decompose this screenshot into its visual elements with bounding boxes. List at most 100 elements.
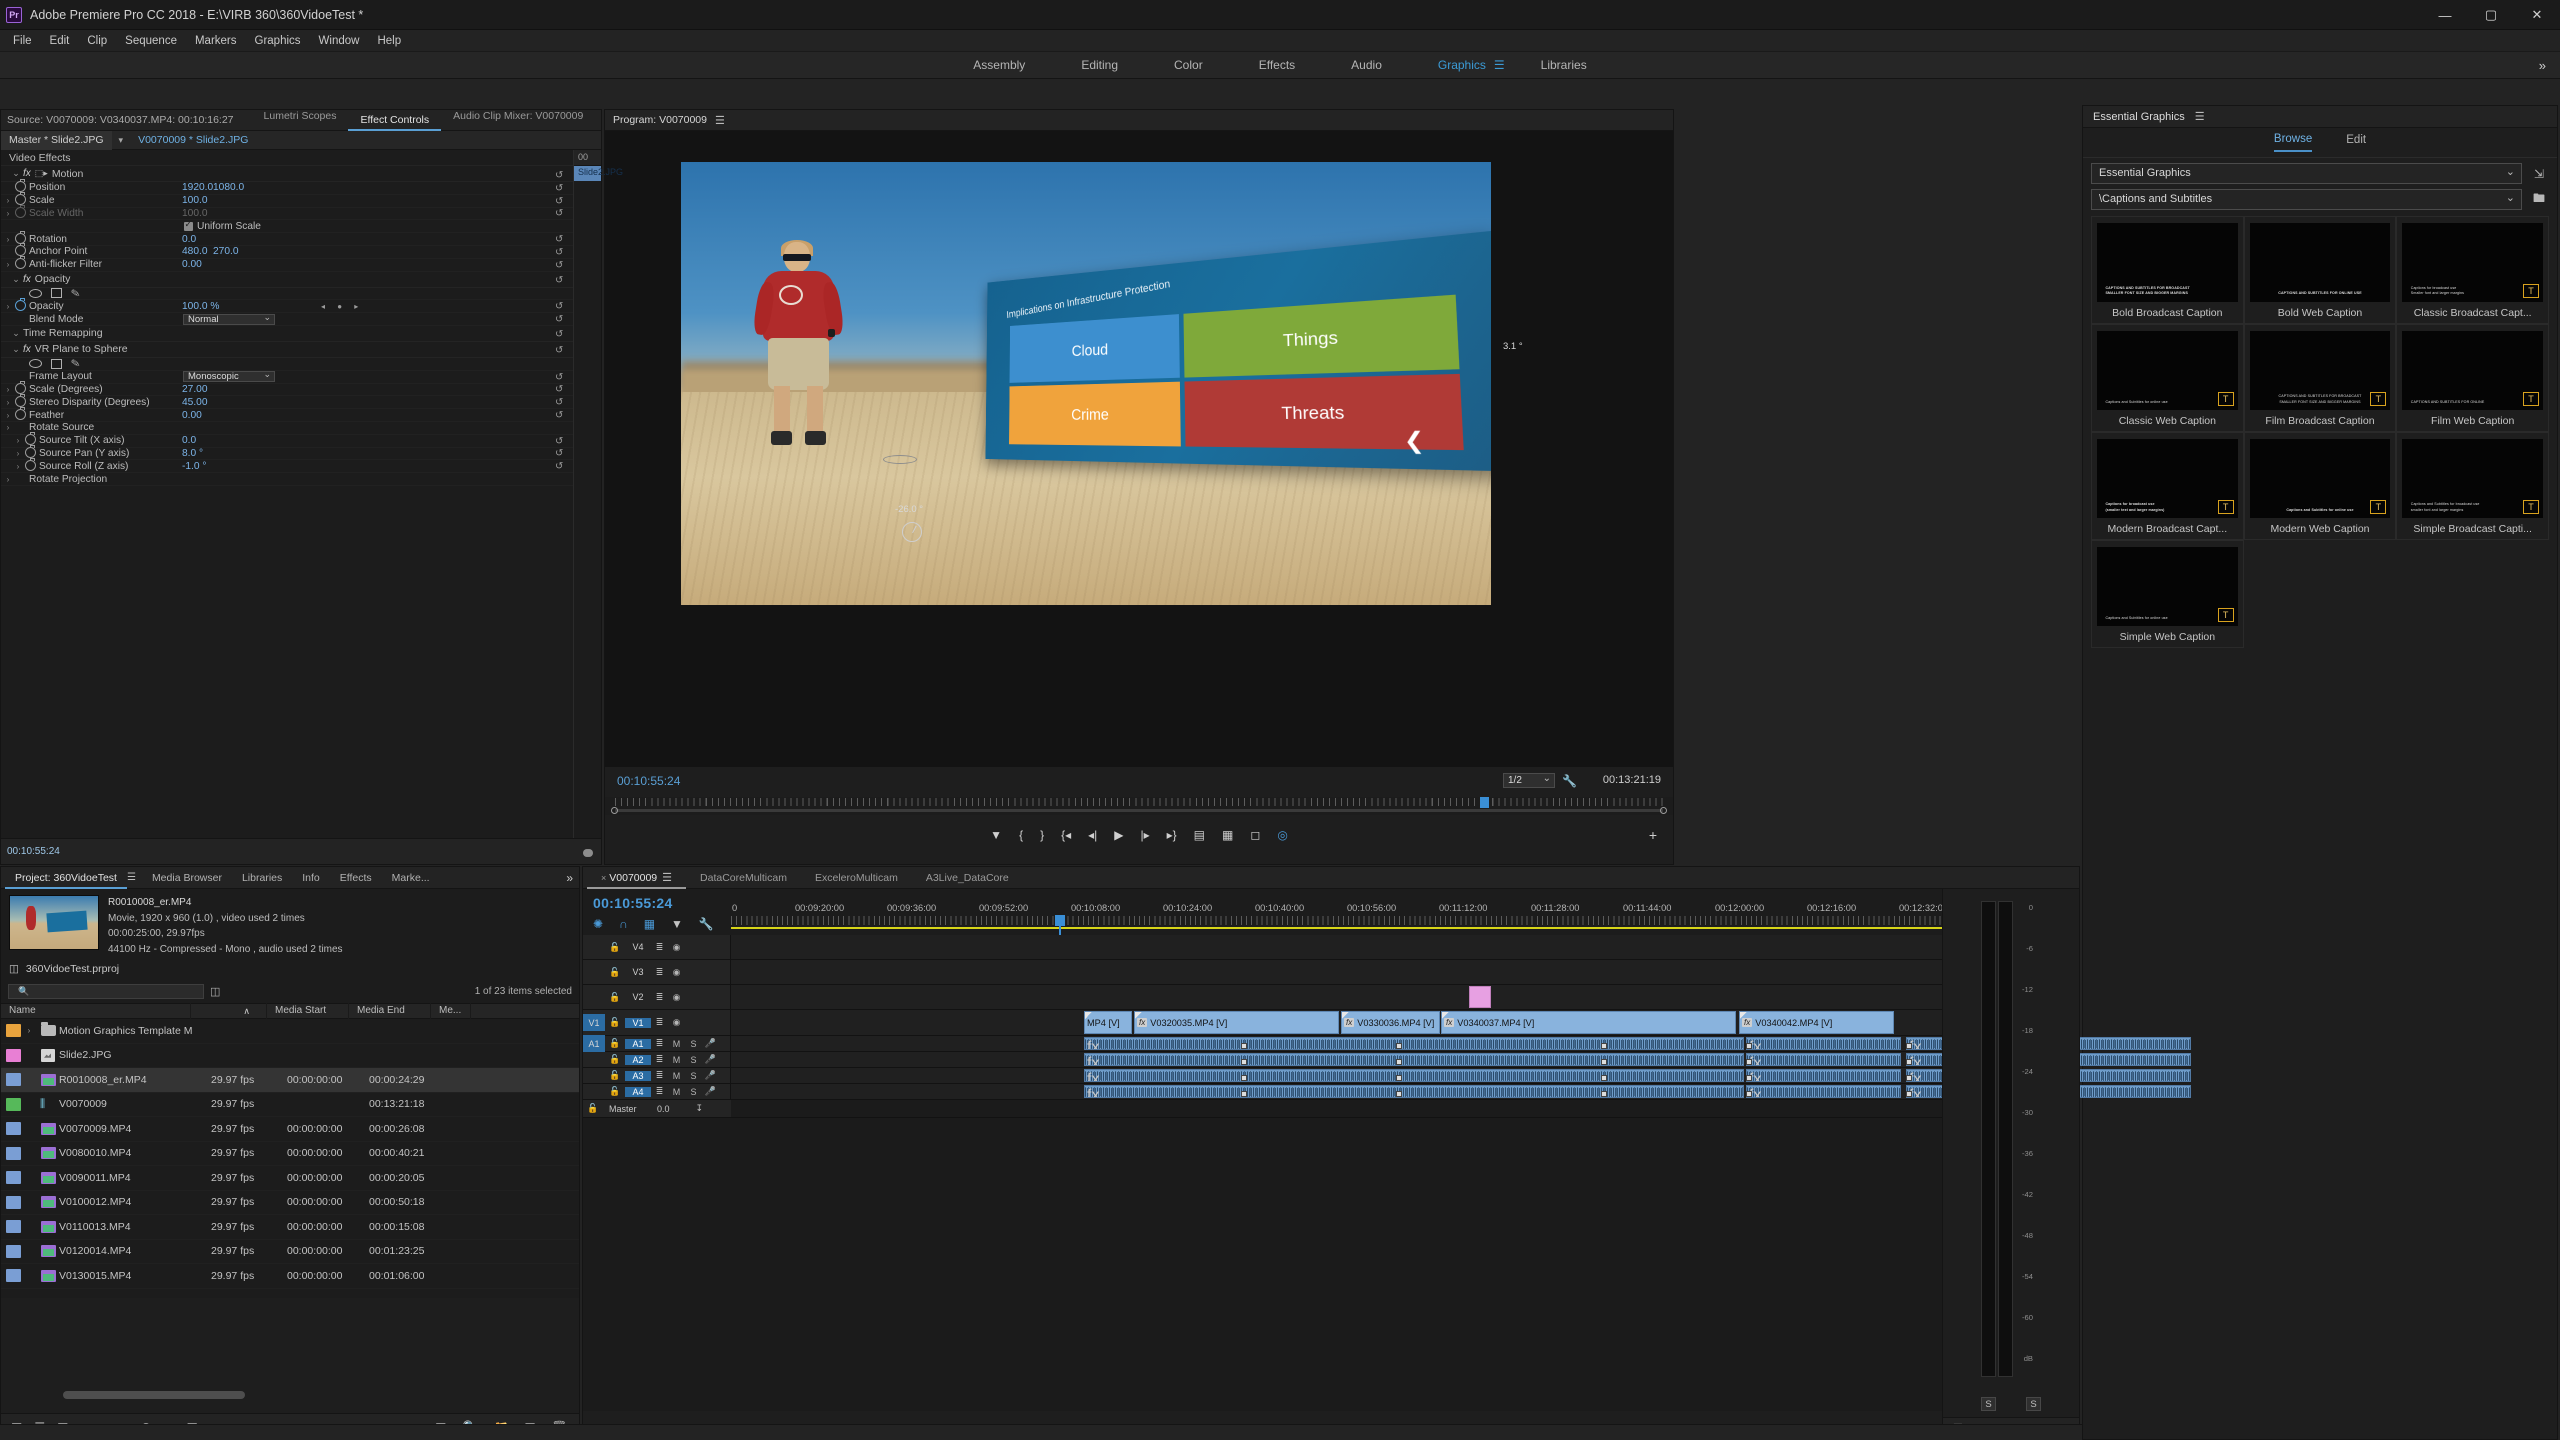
property-row[interactable]: › Anti-flicker Filter 0.00 <box>1 256 573 272</box>
solo-button[interactable]: S <box>685 1055 702 1065</box>
eye-icon[interactable]: ◉ <box>668 992 685 1003</box>
property-row[interactable]: › Scale 100.0 <box>1 192 573 208</box>
voiceover-icon[interactable]: 🎤 <box>702 1054 719 1065</box>
stopwatch-icon[interactable] <box>15 297 26 311</box>
reset-icon[interactable] <box>555 274 565 284</box>
comparison-view-button[interactable]: ◎ <box>1277 828 1287 842</box>
project-horizontal-scrollbar[interactable] <box>63 1391 245 1399</box>
eye-icon[interactable]: ◉ <box>668 1017 685 1028</box>
effect-controls-timeline[interactable]: 0000:10:53:0000:10:54:0000:10:55:0000:10… <box>573 150 823 864</box>
chevron-down-icon[interactable]: ▾ <box>112 135 131 146</box>
property-dropdown[interactable]: Normal <box>183 312 275 325</box>
track-target-toggle[interactable]: V1 <box>583 1014 605 1031</box>
stopwatch-icon[interactable] <box>15 393 26 407</box>
keyframe-marker[interactable] <box>1396 1058 1402 1065</box>
solo-button-right[interactable]: S <box>2026 1397 2041 1411</box>
reset-icon[interactable] <box>555 397 565 407</box>
template-item[interactable]: CAPTIONS AND SUBTITLES FOR BROADCAST SMAL… <box>2243 324 2397 433</box>
keyframe-nav[interactable]: ◂ ● ▸ <box>321 302 363 311</box>
keyframe-marker[interactable] <box>1746 1090 1752 1097</box>
lock-icon[interactable]: 🔓 <box>605 942 625 953</box>
in-point-handle[interactable] <box>611 807 618 814</box>
keyframe-marker[interactable] <box>1906 1058 1912 1065</box>
template-item[interactable]: Captions and Subtitles for online use T Cl… <box>2091 324 2244 433</box>
keyframe-marker[interactable] <box>1906 1090 1912 1097</box>
chevron-down-icon[interactable]: ⌄ <box>9 274 23 285</box>
linked-selection-icon[interactable]: ▦ <box>644 917 655 931</box>
menu-item-clip[interactable]: Clip <box>78 32 116 50</box>
reset-icon[interactable] <box>555 234 565 244</box>
property-value-2[interactable]: 270.0 <box>213 246 239 257</box>
track-lane[interactable] <box>731 960 2079 984</box>
label-color-swatch[interactable] <box>6 1195 21 1209</box>
search-input[interactable]: 🔍 <box>8 983 204 999</box>
stopwatch-icon[interactable] <box>15 192 26 206</box>
property-row[interactable]: › Source Roll (Z axis) -1.0 ° <box>1 457 573 474</box>
master-clip-tab[interactable]: Master * Slide2.JPG <box>1 130 112 150</box>
timeline-tab-0[interactable]: × V0070009 ☰ <box>587 867 687 889</box>
reset-icon[interactable] <box>555 314 565 324</box>
stopwatch-icon[interactable] <box>15 256 26 270</box>
effect-controls-tab-0[interactable]: Lumetri Scopes <box>252 110 349 131</box>
menu-item-window[interactable]: Window <box>310 32 369 50</box>
property-value-2[interactable]: 1080.0 <box>213 182 244 193</box>
lock-icon[interactable]: 🔓 <box>605 992 625 1003</box>
keyframe-marker[interactable] <box>1241 1042 1247 1049</box>
project-tab-0[interactable]: Project: 360VidoeTest <box>5 867 127 889</box>
chevron-right-icon[interactable]: › <box>11 449 25 458</box>
out-point-handle[interactable] <box>1660 807 1667 814</box>
transition-icon[interactable] <box>1342 1012 1349 1020</box>
keyframe-marker[interactable] <box>1746 1058 1752 1065</box>
track-name[interactable]: V2 <box>625 992 651 1002</box>
sync-lock-icon[interactable]: ≣ <box>651 1017 668 1028</box>
program-current-time[interactable]: 00:10:55:24 <box>617 774 680 788</box>
workspace-color[interactable]: Color <box>1146 58 1231 72</box>
keyframe-marker[interactable] <box>1601 1042 1607 1049</box>
audio-clip[interactable]: fx <box>1746 1037 1901 1050</box>
add-marker-button[interactable]: ▼ <box>990 828 1002 842</box>
effect-controls-tab-2[interactable]: Audio Clip Mixer: V0070009 <box>441 110 595 131</box>
project-item-row[interactable]: R0010008_er.MP4 29.97 fps 00:00:00:00 00:00… <box>1 1068 579 1093</box>
audio-clip[interactable]: fx <box>1084 1053 1744 1066</box>
minimize-button[interactable]: — <box>2422 0 2468 30</box>
sync-lock-icon[interactable]: ≣ <box>651 1038 668 1049</box>
audio-clip[interactable]: fx <box>1746 1085 1901 1098</box>
track-name[interactable]: V3 <box>625 967 651 977</box>
lock-icon[interactable]: 🔓 <box>605 1070 625 1081</box>
track-lane[interactable]: fx fx fx <box>731 1052 2191 1067</box>
track-name[interactable]: A4 <box>625 1086 651 1097</box>
go-to-in-button[interactable]: {◂ <box>1061 828 1071 842</box>
project-item-row[interactable]: V0070009.MP4 29.97 fps 00:00:00:00 00:00:26… <box>1 1117 579 1142</box>
label-color-swatch[interactable] <box>6 1073 21 1087</box>
track-name[interactable]: A1 <box>625 1038 651 1049</box>
timeline-ruler[interactable]: 0 00:09:20:00 00:09:36:00 00:09:52:00 00:10:… <box>731 903 2079 935</box>
chevron-right-icon[interactable]: › <box>1 209 15 218</box>
track-lane[interactable]: fx fx fx <box>731 1084 2191 1099</box>
property-value-1[interactable]: 45.00 <box>182 397 208 408</box>
reset-icon[interactable] <box>555 183 565 193</box>
install-icon[interactable]: ⇲ <box>2529 165 2549 183</box>
track-lane[interactable] <box>731 935 2079 959</box>
reset-icon[interactable] <box>555 196 565 206</box>
ellipse-mask-icon[interactable] <box>29 288 42 298</box>
lift-button[interactable]: ▤ <box>1194 828 1205 842</box>
marker-icon[interactable]: ▼ <box>671 917 683 931</box>
track-target-toggle[interactable] <box>583 1083 605 1100</box>
property-value-1[interactable]: 0.0 <box>182 234 196 245</box>
effect-group-opacity[interactable]: ⌄ fx Opacity <box>1 271 573 288</box>
stopwatch-icon[interactable] <box>15 230 26 244</box>
column-header-2[interactable]: Media Start <box>267 1003 349 1019</box>
track-target-toggle[interactable] <box>583 1067 605 1084</box>
project-item-row[interactable]: V0080010.MP4 29.97 fps 00:00:00:00 00:00:40… <box>1 1142 579 1166</box>
property-row[interactable]: › Opacity 100.0 % ◂ ● ▸ <box>1 297 573 314</box>
workspace-menu-icon[interactable]: ☰ <box>1494 58 1505 72</box>
property-row[interactable]: Anchor Point 480.0 270.0 <box>1 243 573 259</box>
track-lane[interactable] <box>731 985 2079 1009</box>
chevron-right-icon[interactable]: › <box>1 235 15 244</box>
library-select[interactable]: Essential Graphics <box>2091 163 2522 184</box>
program-monitor-video[interactable]: Implications on Infrastructure Protectio… <box>681 162 1491 605</box>
disclosure-icon[interactable]: › <box>21 1026 37 1035</box>
track-target-toggle[interactable] <box>583 989 605 1006</box>
timeline-clip[interactable]: fx V0320035.MP4 [V] <box>1134 1011 1339 1034</box>
workspace-effects[interactable]: Effects <box>1231 58 1323 72</box>
